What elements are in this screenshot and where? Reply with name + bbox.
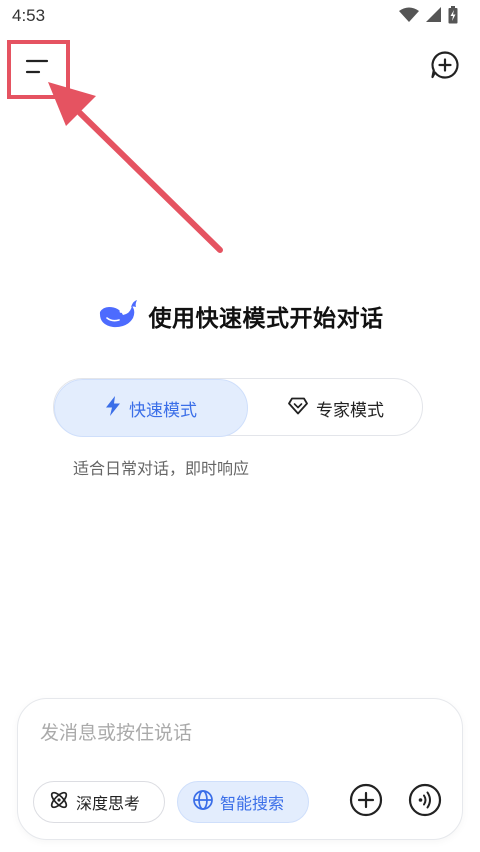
lightning-icon [105,395,121,421]
menu-button[interactable] [14,47,60,91]
status-time: 4:53 [12,6,46,25]
hero-title: 使用快速模式开始对话 [148,306,384,332]
status-icons [399,6,458,28]
new-chat-button[interactable] [428,50,462,84]
globe-icon [192,789,214,815]
voice-icon [408,783,442,821]
wifi-icon [399,7,419,27]
plus-circle-icon [349,783,383,821]
message-input[interactable] [40,717,440,749]
voice-button[interactable] [407,783,443,821]
mode-switch: 快速模式 专家模式 [53,378,423,437]
diamond-icon [288,397,308,420]
attach-button[interactable] [348,783,384,821]
whale-logo-icon [97,298,137,334]
quick-mode-button[interactable]: 快速模式 [54,379,248,437]
hero: 使用快速模式开始对话 [0,296,480,336]
menu-icon [24,56,50,82]
status-bar: 4:53 [0,0,480,34]
signal-icon [425,7,442,27]
composer-card: 深度思考 智能搜索 [17,698,463,840]
battery-icon [448,6,458,28]
deep-think-label: 深度思考 [76,794,141,813]
atom-icon [48,789,70,815]
smart-search-button[interactable]: 智能搜索 [177,781,309,823]
expert-mode-button[interactable]: 专家模式 [250,379,422,437]
quick-mode-label: 快速模式 [129,400,197,421]
expert-mode-label: 专家模式 [316,400,384,421]
mode-description: 适合日常对话，即时响应 [73,459,250,478]
smart-search-label: 智能搜索 [220,794,285,813]
new-chat-icon [430,50,460,84]
deep-think-button[interactable]: 深度思考 [33,781,165,823]
